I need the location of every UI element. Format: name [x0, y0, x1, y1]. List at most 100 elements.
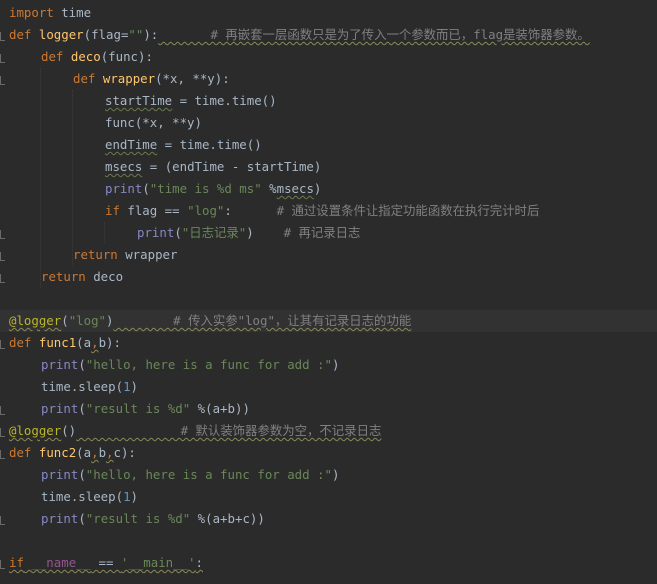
code-token: "hello, here is a func for add :" — [85, 467, 332, 482]
code-line[interactable]: print("result is %d" %(a+b+c)) — [0, 508, 657, 530]
code-token: def — [9, 27, 32, 42]
code-editor[interactable]: import time def logger(flag=""): # 再嵌套一层函… — [0, 0, 657, 584]
code-token: time — [53, 5, 92, 20]
code-token: (a — [76, 335, 92, 350]
code-token: time.sleep( — [41, 379, 124, 394]
code-line[interactable]: @logger("log") # 传入实参"log"，让其有记录日志的功能 — [0, 310, 657, 332]
code-line[interactable]: endTime = time.time() — [0, 134, 657, 156]
code-token: ( — [78, 401, 86, 416]
code-line[interactable]: return deco — [0, 266, 657, 288]
code-line[interactable]: print("hello, here is a func for add :") — [0, 464, 657, 486]
code-line[interactable]: func(*x, **y) — [0, 112, 657, 134]
code-token: deco — [70, 49, 101, 64]
code-line[interactable]: import time — [0, 2, 657, 24]
code-token: deco — [85, 269, 124, 284]
code-token: (a+b)) — [205, 401, 250, 416]
code-line[interactable]: print("time is %d ms" %msecs) — [0, 178, 657, 200]
code-token: , — [106, 445, 114, 460]
code-token: , — [91, 335, 99, 350]
code-token: logger — [38, 27, 84, 42]
code-line[interactable]: if __name__ == '__main__': — [0, 552, 657, 574]
code-token: time.sleep( — [41, 489, 124, 504]
code-token: def — [9, 335, 32, 350]
code-line[interactable]: def func2(a,b,c): — [0, 442, 657, 464]
code-token: ): — [143, 27, 159, 42]
code-token: "log" — [187, 203, 225, 218]
code-token: c): — [113, 445, 136, 460]
code-token: wrapper — [117, 247, 178, 262]
code-line[interactable]: def deco(func): — [0, 46, 657, 68]
code-token: % — [261, 181, 277, 196]
code-token: ( — [142, 181, 150, 196]
code-token: # 通过设置条件让指定功能函数在执行完计时后 — [231, 203, 540, 218]
code-token: ) — [313, 181, 322, 196]
code-token: def — [41, 49, 64, 64]
code-line[interactable]: msecs = (endTime - startTime) — [0, 156, 657, 178]
code-token: def — [73, 71, 96, 86]
code-token: % — [190, 401, 206, 416]
code-line[interactable]: def wrapper(*x, **y): — [0, 68, 657, 90]
code-token: ( — [83, 27, 92, 42]
code-token: : — [224, 203, 232, 218]
code-token: "hello, here is a func for add :" — [85, 357, 332, 372]
code-token: '__main__' — [120, 555, 196, 570]
code-token: import — [9, 5, 54, 20]
code-line[interactable]: time.sleep(1) — [0, 486, 657, 508]
code-token: endTime — [105, 137, 158, 152]
code-token: ( — [78, 511, 86, 526]
code-token: if — [9, 555, 24, 570]
code-line[interactable] — [0, 288, 657, 310]
code-token: flag — [91, 27, 121, 42]
code-token: func2 — [38, 445, 77, 460]
code-token: "日志记录" — [181, 225, 247, 240]
code-line[interactable]: startTime = time.time() — [0, 90, 657, 112]
code-token: @logger — [9, 423, 62, 438]
code-token: % — [190, 511, 206, 526]
code-token: msecs — [276, 181, 314, 196]
code-line[interactable]: time.sleep(1) — [0, 376, 657, 398]
code-token: ) — [331, 357, 340, 372]
code-line[interactable]: print("日志记录") # 再记录日志 — [0, 222, 657, 244]
code-line[interactable]: def logger(flag=""): # 再嵌套一层函数只是为了传入一个参数… — [0, 24, 657, 46]
code-token: (a+b+c)) — [205, 511, 265, 526]
code-token: ) — [331, 467, 340, 482]
code-token: 1 — [123, 489, 131, 504]
code-token: "" — [128, 27, 144, 42]
code-line[interactable]: print("result is %d" %(a+b)) — [0, 398, 657, 420]
code-token: == — [91, 555, 121, 570]
code-line[interactable]: print("hello, here is a func for add :") — [0, 354, 657, 376]
code-token: return — [73, 247, 118, 262]
code-token: print — [41, 511, 79, 526]
code-token: "result is %d" — [85, 511, 191, 526]
code-token: ) — [130, 379, 138, 394]
code-token: b): — [98, 335, 121, 350]
code-token: "result is %d" — [85, 401, 191, 416]
code-token: # 再嵌套一层函数只是为了传入一个参数而已，flag是装饰器参数。 — [158, 27, 590, 42]
code-token: = (endTime - startTime) — [142, 159, 322, 174]
code-token: ) — [130, 489, 138, 504]
code-token: print — [41, 467, 79, 482]
code-token: ( — [174, 225, 182, 240]
code-line[interactable]: if flag == "log": # 通过设置条件让指定功能函数在执行完计时后 — [0, 200, 657, 222]
code-token: return — [41, 269, 86, 284]
code-token: (*x, **y): — [155, 71, 230, 86]
code-token: b — [98, 445, 107, 460]
code-line[interactable]: return wrapper — [0, 244, 657, 266]
code-line[interactable] — [0, 530, 657, 552]
code-token: func1 — [38, 335, 77, 350]
code-token: 1 — [123, 379, 131, 394]
code-token: __name__ — [31, 555, 92, 570]
code-token: (a — [76, 445, 92, 460]
code-line[interactable]: @logger() # 默认装饰器参数为空，不记录日志 — [0, 420, 657, 442]
code-token: ( — [78, 357, 86, 372]
code-token: ) — [246, 225, 254, 240]
code-line[interactable]: def func1(a,b): — [0, 332, 657, 354]
code-token: # 再记录日志 — [253, 225, 361, 240]
code-token: = time.time() — [172, 93, 277, 108]
code-token: @logger — [9, 313, 62, 328]
code-token: def — [9, 445, 32, 460]
